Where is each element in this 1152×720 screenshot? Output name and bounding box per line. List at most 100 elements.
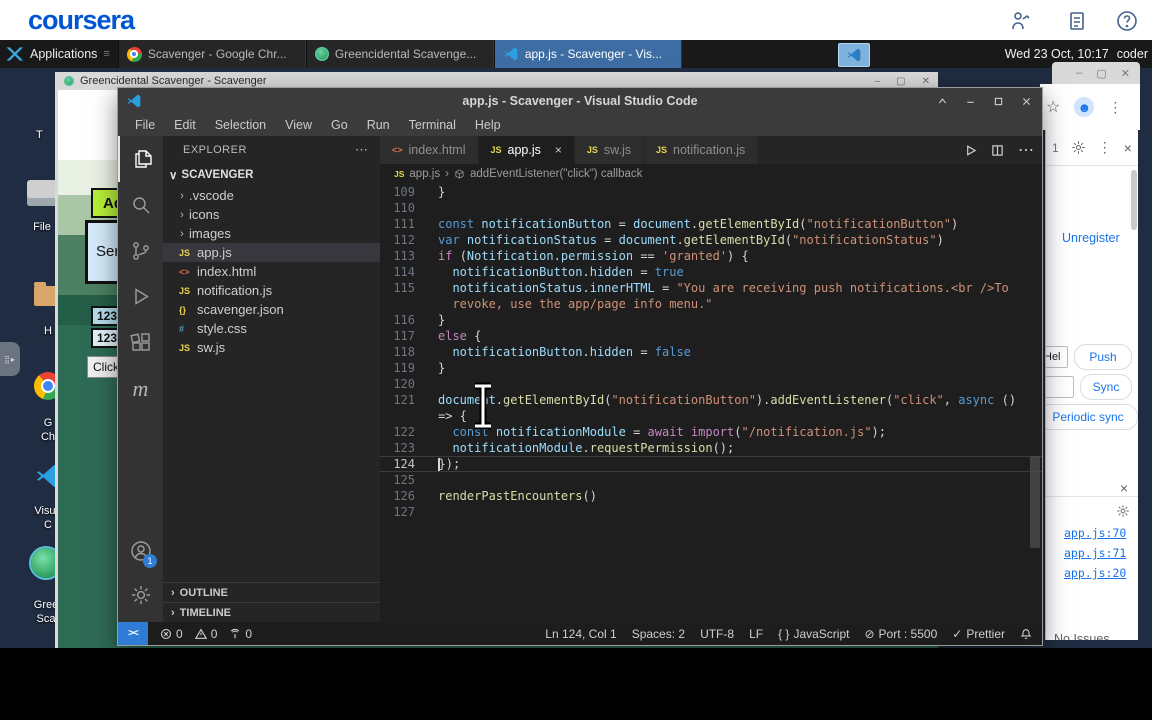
- code-line[interactable]: 119}: [380, 360, 1042, 376]
- remote-indicator[interactable]: ><: [118, 622, 148, 645]
- taskbar-vscode-mini-button[interactable]: [838, 43, 870, 67]
- warnings-indicator[interactable]: 0: [194, 627, 217, 641]
- drawer-close-icon[interactable]: ×: [1120, 480, 1128, 496]
- code-line[interactable]: 113 if (Notification.permission == 'grant…: [380, 248, 1042, 264]
- maximize-icon[interactable]: [993, 96, 1004, 107]
- tab-notification.js[interactable]: JS notification.js: [644, 136, 759, 164]
- code-line[interactable]: 118 notificationButton.hidden = false: [380, 344, 1042, 360]
- code-line[interactable]: 111 const notificationButton = document.g…: [380, 216, 1042, 232]
- code-line[interactable]: 112 var notificationStatus = document.get…: [380, 232, 1042, 248]
- breadcrumb[interactable]: JS app.js › addEventListener("click") ca…: [380, 164, 1042, 184]
- minimize-icon[interactable]: ‒: [1076, 67, 1082, 79]
- shade-icon[interactable]: [937, 96, 948, 107]
- periodic-sync-button[interactable]: Periodic sync: [1046, 404, 1138, 430]
- console-source-link[interactable]: app.js:71: [1064, 546, 1126, 560]
- issues-settings-icon[interactable]: [1116, 504, 1130, 518]
- ports-indicator[interactable]: 0: [229, 627, 252, 641]
- code-line[interactable]: 127: [380, 504, 1042, 520]
- extensions-icon[interactable]: [118, 320, 163, 366]
- code-area[interactable]: 109} 110 111 const notificationButton = doc…: [380, 184, 1042, 622]
- explorer-more-icon[interactable]: ⋯: [355, 142, 368, 158]
- code-line[interactable]: 124});: [380, 456, 1042, 472]
- sync-tag-input[interactable]: [1046, 376, 1074, 398]
- formatter[interactable]: ✓ Prettier: [952, 627, 1005, 641]
- code-line[interactable]: 117 else {: [380, 328, 1042, 344]
- eol[interactable]: LF: [749, 627, 763, 641]
- console-source-link[interactable]: app.js:70: [1064, 526, 1126, 540]
- code-line[interactable]: 109}: [380, 184, 1042, 200]
- file-tree-item-notification.js[interactable]: JS notification.js: [163, 281, 380, 300]
- maximize-icon[interactable]: ▢: [1096, 67, 1106, 80]
- outline-panel[interactable]: › OUTLINE: [163, 582, 380, 602]
- file-tree-item-images[interactable]: › images: [163, 224, 380, 243]
- push-message-input[interactable]: Hel: [1046, 346, 1068, 368]
- notes-icon[interactable]: [1065, 9, 1089, 33]
- code-line[interactable]: 123 notificationModule.requestPermission…: [380, 440, 1042, 456]
- code-line[interactable]: 126 renderPastEncounters(): [380, 488, 1042, 504]
- close-icon[interactable]: ✕: [1121, 67, 1130, 80]
- file-tree-item-style.css[interactable]: # style.css: [163, 319, 380, 338]
- service-worker-unregister[interactable]: Unregister: [1062, 231, 1120, 245]
- close-tab-icon[interactable]: ×: [555, 143, 562, 157]
- run-file-icon[interactable]: [964, 144, 977, 157]
- accounts-icon[interactable]: 1: [118, 528, 163, 574]
- file-tree-item-index.html[interactable]: <> index.html: [163, 262, 380, 281]
- encoding[interactable]: UTF-8: [700, 627, 734, 641]
- timeline-panel[interactable]: › TIMELINE: [163, 602, 380, 622]
- code-line[interactable]: 110: [380, 200, 1042, 216]
- language-mode[interactable]: { } JavaScript: [778, 627, 849, 641]
- help-icon[interactable]: [1115, 9, 1139, 33]
- devtools-menu-icon[interactable]: ⋮: [1098, 139, 1112, 156]
- workspace-section[interactable]: ∨ SCAVENGER: [163, 164, 380, 186]
- instructor-icon[interactable]: [1008, 9, 1032, 33]
- devtools-close-icon[interactable]: ×: [1124, 140, 1132, 156]
- code-line[interactable]: 114 notificationButton.hidden = true: [380, 264, 1042, 280]
- devtools-scrollbar[interactable]: [1131, 170, 1137, 230]
- file-tree-item-scavenger.json[interactable]: {} scavenger.json: [163, 300, 380, 319]
- menu-view[interactable]: View: [285, 118, 312, 132]
- maximize-icon[interactable]: ▢: [896, 76, 905, 87]
- minimize-icon[interactable]: ‒: [875, 76, 881, 87]
- code-line[interactable]: => {: [380, 408, 1042, 424]
- chrome-menu-icon[interactable]: ⋮: [1108, 99, 1122, 116]
- bookmark-star-icon[interactable]: ☆: [1046, 97, 1060, 117]
- tab-index.html[interactable]: <> index.html: [380, 136, 479, 164]
- live-server-port[interactable]: ⊘ Port : 5500: [864, 627, 937, 641]
- tab-sw.js[interactable]: JS sw.js: [574, 136, 644, 164]
- source-control-icon[interactable]: [118, 228, 163, 274]
- menu-terminal[interactable]: Terminal: [409, 118, 456, 132]
- taskbar-button-chrome[interactable]: Scavenger - Google Chr...: [117, 40, 306, 68]
- file-tree-item-app.js[interactable]: JS app.js: [163, 243, 380, 262]
- taskbar-button-greendot[interactable]: Greencidental Scavenge...: [305, 40, 494, 68]
- applications-menu[interactable]: Applications ≡: [0, 40, 118, 68]
- code-line[interactable]: 121 document.getElementById("notification…: [380, 392, 1042, 408]
- menu-edit[interactable]: Edit: [174, 118, 196, 132]
- settings-gear-icon[interactable]: [118, 572, 163, 618]
- code-line[interactable]: 116}: [380, 312, 1042, 328]
- panel-drawer-handle[interactable]: ⣿▸: [0, 342, 20, 376]
- minimize-icon[interactable]: [965, 96, 976, 107]
- sync-button[interactable]: Sync: [1080, 374, 1132, 400]
- file-tree-item-.vscode[interactable]: › .vscode: [163, 186, 380, 205]
- cursor-position[interactable]: Ln 124, Col 1: [545, 627, 616, 641]
- tab-app.js[interactable]: JS app.js ×: [478, 136, 575, 164]
- code-line[interactable]: 122 const notificationModule = await imp…: [380, 424, 1042, 440]
- file-tree-item-icons[interactable]: › icons: [163, 205, 380, 224]
- code-line[interactable]: 125: [380, 472, 1042, 488]
- menu-help[interactable]: Help: [475, 118, 501, 132]
- code-line[interactable]: revoke, use the app/page info menu.": [380, 296, 1042, 312]
- code-line[interactable]: 120: [380, 376, 1042, 392]
- errors-indicator[interactable]: 0: [160, 627, 183, 641]
- explorer-icon[interactable]: [118, 136, 165, 182]
- push-button[interactable]: Push: [1074, 344, 1132, 370]
- devtools-window-titlebar[interactable]: ‒ ▢ ✕: [1052, 62, 1140, 84]
- taskbar-button-vscode[interactable]: app.js - Scavenger - Vis...: [493, 40, 682, 68]
- code-line[interactable]: 115 notificationStatus.innerHTML = "You …: [380, 280, 1042, 296]
- search-icon[interactable]: [118, 182, 163, 228]
- devtools-settings-icon[interactable]: [1071, 140, 1086, 155]
- menu-file[interactable]: File: [135, 118, 155, 132]
- menu-selection[interactable]: Selection: [215, 118, 266, 132]
- close-icon[interactable]: ✕: [922, 76, 930, 87]
- notifications-bell-icon[interactable]: [1020, 628, 1032, 640]
- console-source-link[interactable]: app.js:20: [1064, 566, 1126, 580]
